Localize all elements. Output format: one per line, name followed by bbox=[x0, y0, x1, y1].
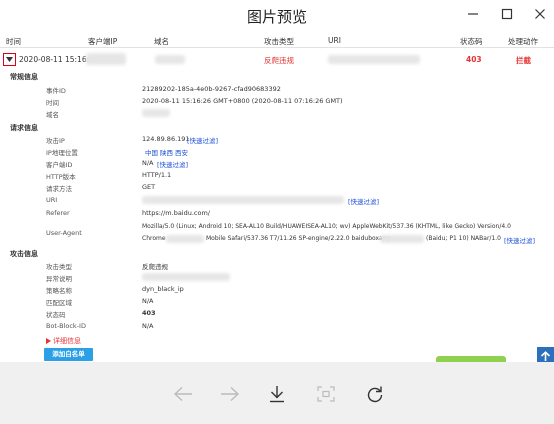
minimize-button[interactable] bbox=[460, 3, 486, 25]
detail-info-label: 详细信息 bbox=[53, 337, 81, 345]
ip-geo-city[interactable]: 西安 bbox=[175, 147, 188, 157]
fit-screen-icon bbox=[317, 386, 335, 402]
detail-info-toggle[interactable]: 详细信息 bbox=[46, 336, 81, 346]
redacted-ua-version bbox=[166, 235, 204, 243]
redacted-uri bbox=[328, 55, 420, 64]
header-action: 处理动作 bbox=[508, 37, 538, 46]
rotate-button[interactable] bbox=[364, 383, 386, 405]
bot-block-label: Bot-Block-ID bbox=[46, 322, 86, 330]
section-general-title: 常规信息 bbox=[10, 73, 38, 81]
user-agent-label: User-Agent bbox=[46, 229, 82, 237]
row-status-code: 403 bbox=[466, 55, 482, 64]
close-button[interactable] bbox=[527, 3, 553, 25]
client-id-quick-filter[interactable]: [快速过滤] bbox=[157, 159, 188, 169]
header-domain: 域名 bbox=[154, 37, 169, 46]
maximize-button[interactable] bbox=[494, 3, 520, 25]
expand-row-button[interactable] bbox=[3, 53, 16, 66]
uri-label: URI bbox=[46, 196, 58, 204]
user-agent-line2-b: Mobile Safari/537.36 T7/11.26 SP-engine/… bbox=[206, 235, 391, 242]
attack-ip-quick-filter[interactable]: [快速过滤] bbox=[187, 135, 218, 145]
maximize-icon bbox=[501, 8, 513, 20]
status-code-value: 403 bbox=[142, 309, 156, 317]
user-agent-quick-filter[interactable]: [快速过滤] bbox=[504, 235, 535, 245]
header-status: 状态码 bbox=[460, 37, 483, 46]
client-id-value: N/A bbox=[142, 159, 154, 167]
download-icon bbox=[270, 386, 284, 403]
redacted-ua-build bbox=[380, 235, 424, 243]
method-value: GET bbox=[142, 183, 156, 191]
header-attack-type: 攻击类型 bbox=[264, 37, 294, 46]
table-row[interactable]: 2020-08-11 15:16:26 反爬违规 403 拦截 bbox=[0, 50, 554, 70]
section-attack-title: 攻击信息 bbox=[10, 250, 38, 258]
close-icon bbox=[535, 9, 545, 19]
row-attack-type: 反爬违规 bbox=[264, 56, 294, 65]
arrow-left-icon bbox=[173, 386, 192, 402]
row-action: 拦截 bbox=[516, 56, 531, 65]
user-agent-line2-a: Chrome bbox=[142, 235, 166, 242]
domain-label: 域名 bbox=[46, 111, 59, 119]
http-version-value: HTTP/1.1 bbox=[142, 171, 172, 179]
bot-block-value: N/A bbox=[142, 322, 154, 330]
ip-geo-country[interactable]: 中国 bbox=[145, 147, 158, 157]
minimize-icon bbox=[468, 13, 478, 15]
redacted-uri-value bbox=[142, 196, 344, 204]
attack-ip-value: 124.89.86.191 bbox=[142, 135, 190, 143]
referer-label: Referer bbox=[46, 209, 70, 217]
title-bar: 图片预览 bbox=[0, 0, 554, 32]
next-button[interactable] bbox=[219, 383, 241, 405]
header-client-ip: 客户端IP bbox=[88, 37, 118, 46]
fit-screen-button[interactable] bbox=[315, 383, 337, 405]
caret-down-icon bbox=[6, 57, 13, 62]
rotate-icon bbox=[367, 386, 383, 403]
redacted-client-ip bbox=[86, 53, 126, 65]
status-code-label: 状态码 bbox=[46, 311, 66, 319]
redacted-domain-value bbox=[142, 109, 170, 117]
referer-value: https://m.baidu.com/ bbox=[142, 209, 210, 217]
header-uri: URI bbox=[328, 36, 341, 45]
uri-quick-filter[interactable]: [快速过滤] bbox=[348, 196, 379, 206]
attack-ip-label: 攻击IP bbox=[46, 137, 65, 145]
previous-button[interactable] bbox=[172, 383, 194, 405]
user-agent-line1: Mozilla/5.0 (Linux; Android 10; SEA-AL10… bbox=[142, 223, 511, 230]
event-id-label: 事件ID bbox=[46, 87, 66, 95]
ip-geo-label: IP地理位置 bbox=[46, 149, 78, 157]
anomaly-label: 异常说明 bbox=[46, 275, 72, 283]
user-agent-line2-c: (Baidu; P1 10) NABar/1.0 bbox=[426, 235, 501, 242]
match-area-label: 匹配区域 bbox=[46, 299, 72, 307]
rule-name-value: dyn_black_ip bbox=[142, 285, 184, 293]
attack-type-value: 反爬违规 bbox=[142, 263, 168, 271]
event-id-value: 21289202-185a-4e0b-9267-cfad90683392 bbox=[142, 85, 281, 93]
caret-right-icon bbox=[46, 338, 51, 344]
download-button[interactable] bbox=[266, 383, 288, 405]
time-label: 时间 bbox=[46, 99, 59, 107]
image-toolbar bbox=[0, 362, 554, 424]
table-header: 时间 客户端IP 域名 攻击类型 URI 状态码 处理动作 bbox=[0, 32, 554, 48]
http-version-label: HTTP版本 bbox=[46, 173, 76, 181]
redacted-anomaly-value bbox=[142, 273, 230, 281]
match-area-value: N/A bbox=[142, 297, 154, 305]
method-label: 请求方法 bbox=[46, 185, 72, 193]
redacted-domain bbox=[155, 55, 185, 64]
section-request-title: 请求信息 bbox=[10, 124, 38, 132]
add-whitelist-button[interactable]: 添加白名单 bbox=[44, 348, 93, 361]
rule-name-label: 策略名称 bbox=[46, 287, 72, 295]
time-value: 2020-08-11 15:16:26 GMT+0800 (2020-08-11… bbox=[142, 97, 343, 105]
attack-type-label: 攻击类型 bbox=[46, 263, 72, 271]
client-id-label: 客户端ID bbox=[46, 161, 73, 169]
arrow-up-icon bbox=[540, 350, 551, 361]
preview-content: 时间 客户端IP 域名 攻击类型 URI 状态码 处理动作 2020-08-11… bbox=[0, 32, 554, 362]
arrow-right-icon bbox=[221, 386, 240, 402]
header-time: 时间 bbox=[6, 37, 21, 46]
ip-geo-province[interactable]: 陕西 bbox=[160, 147, 173, 157]
